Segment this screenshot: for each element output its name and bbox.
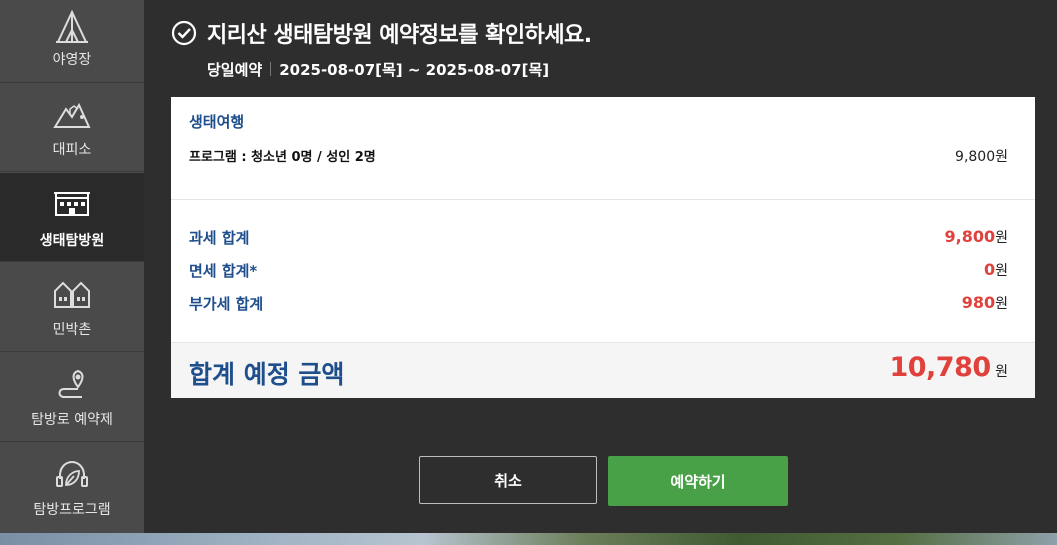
taxable-total-label: 과세 합계 [189,229,250,247]
building-icon [54,192,90,216]
amount: 0 [983,260,996,279]
sidebar-item-campground[interactable]: 야영장 [0,0,144,83]
sidebar-item-minbak[interactable]: 민박촌 [0,263,144,352]
program-price: 9,800원 [955,149,1008,165]
houses-icon [54,281,90,308]
sidebar-item-trail-reservation[interactable]: 탐방로 예약제 [0,353,144,442]
tax-free-total-label: 면세 합계* [189,262,258,280]
booking-info: 당일예약 2025-08-07[목] ~ 2025-08-07[목] [207,59,549,80]
sidebar-item-label: 야영장 [52,52,92,68]
currency: 원 [995,230,1008,246]
amount: 9,800 [944,227,996,246]
sidebar-item-shelter[interactable]: 대피소 [0,83,144,172]
currency: 원 [995,364,1008,380]
reserve-button[interactable]: 예약하기 [608,456,788,506]
sidebar-item-label: 대피소 [52,142,92,158]
background-landscape [0,533,1057,545]
check-circle-icon [171,20,197,46]
currency: 원 [995,296,1008,312]
sidebar-item-program[interactable]: 탐방프로그램 [0,443,144,533]
sidebar-item-eco-center[interactable]: 생태탐방원 [0,173,144,262]
taxable-total-value: 9,800원 [945,227,1009,247]
vat-total-label: 부가세 합계 [189,295,264,313]
section-title: 생태여행 [189,113,245,131]
tax-free-total-row: 면세 합계* 0원 [189,260,1008,280]
tax-free-total-value: 0원 [984,260,1008,280]
program-label: 프로그램 : 청소년 0명 / 성인 2명 [189,150,376,165]
sidebar-item-label: 탐방프로그램 [33,502,111,518]
leaf-headset-icon [56,460,88,487]
booking-type: 당일예약 [207,61,263,79]
sidebar-item-label: 탐방로 예약제 [31,412,113,428]
vat-total-value: 980원 [962,293,1008,313]
currency: 원 [995,263,1008,279]
divider [171,199,1035,200]
amount: 980 [961,293,996,312]
mountain-shelter-icon [53,102,91,128]
grand-total-bar: 합계 예정 금액 10,780 원 [171,342,1035,398]
divider [270,62,272,76]
page-title: 지리산 생태탐방원 예약정보를 확인하세요. [207,23,592,48]
trail-pin-icon [58,369,84,398]
taxable-total-row: 과세 합계 9,800원 [189,227,1008,247]
amount: 10,780 [889,352,991,383]
date-range: 2025-08-07[목] ~ 2025-08-07[목] [279,61,550,79]
cancel-button[interactable]: 취소 [419,456,597,504]
grand-total-value: 10,780 원 [889,352,1008,383]
grand-total-label: 합계 예정 금액 [189,360,345,389]
sidebar-item-label: 생태탐방원 [39,233,105,249]
sidebar-item-label: 민박촌 [52,322,92,338]
sidebar: 야영장 대피소 생태탐방원 민박촌 탐방로 예약제 탐방프로그램 [0,0,144,533]
vat-total-row: 부가세 합계 980원 [189,293,1008,313]
reservation-detail-card: 생태여행 프로그램 : 청소년 0명 / 성인 2명 9,800원 과세 합계 … [171,97,1035,398]
reservation-confirm-panel: 지리산 생태탐방원 예약정보를 확인하세요. 당일예약 2025-08-07[목]… [144,0,1057,533]
tent-icon [56,9,88,43]
